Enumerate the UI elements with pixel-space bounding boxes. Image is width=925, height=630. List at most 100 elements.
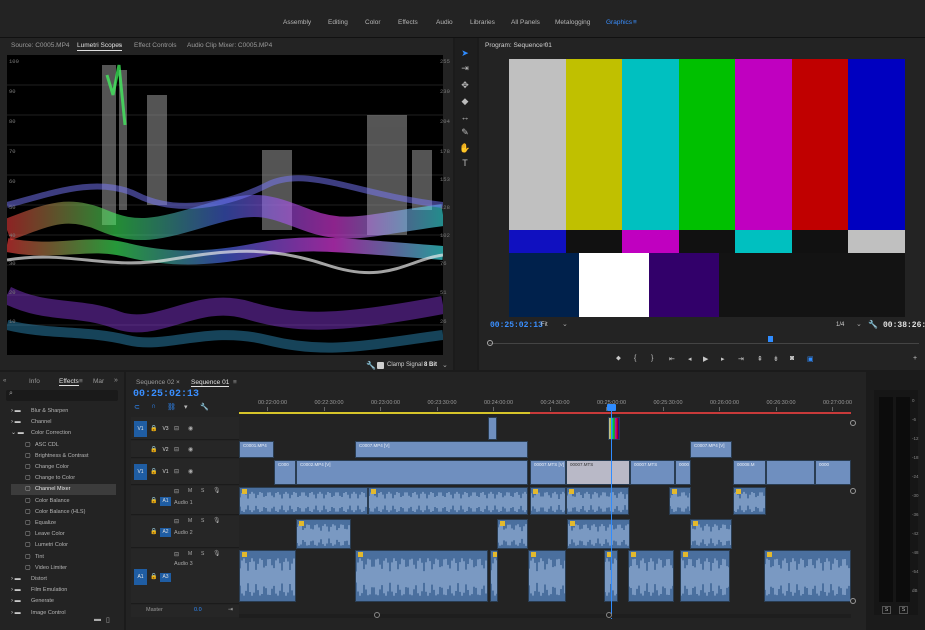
audio-clip[interactable]	[628, 550, 674, 602]
add-marker-icon[interactable]: ▾	[184, 403, 188, 411]
lock-icon[interactable]: 🔒	[150, 468, 157, 475]
audio-clip[interactable]	[296, 519, 351, 549]
mark-in-icon[interactable]: {	[634, 355, 636, 362]
tab-audio-clip-mixer[interactable]: Audio Clip Mixer: C0005.MP4	[187, 42, 272, 49]
audio-clip[interactable]	[239, 550, 296, 602]
pen-tool-icon[interactable]: ✎	[459, 126, 471, 138]
sync-lock-icon[interactable]: ⊟	[174, 468, 179, 475]
master-level[interactable]: 0.0	[194, 607, 202, 613]
tab-sequence-01[interactable]: Sequence 01	[191, 379, 230, 387]
lock-icon[interactable]: 🔒	[150, 497, 157, 504]
effect-folder[interactable]: › ▬ Distort	[11, 574, 116, 585]
eye-icon[interactable]: ◉	[188, 468, 193, 475]
lock-icon[interactable]: 🔒	[150, 573, 157, 580]
solo-button[interactable]: S	[201, 551, 204, 557]
lift-icon[interactable]: ⇞	[757, 355, 763, 363]
nest-icon[interactable]: ⊂	[134, 403, 140, 411]
selection-tool-icon[interactable]: ➤	[459, 47, 471, 59]
audio-clip[interactable]	[497, 519, 528, 549]
more-tabs-icon[interactable]: »	[114, 377, 118, 384]
workspace-editing[interactable]: Editing	[328, 19, 348, 26]
lock-icon[interactable]: 🔒	[150, 528, 157, 535]
go-to-out-icon[interactable]: ⇥	[738, 355, 744, 363]
workspace-effects[interactable]: Effects	[398, 19, 418, 26]
add-button-icon[interactable]: +	[913, 355, 917, 362]
source-target-toggle[interactable]: V1	[134, 420, 147, 437]
eye-icon[interactable]: ◉	[188, 446, 193, 453]
video-clip[interactable]: C0002.MP4 [V]	[296, 460, 528, 485]
audio-clip[interactable]	[680, 550, 730, 602]
audio-clip[interactable]	[669, 487, 691, 515]
effect-item[interactable]: ▢ Lumetri Color	[11, 540, 116, 551]
scroll-handle-left[interactable]	[374, 612, 380, 618]
audio-clip[interactable]	[528, 550, 566, 602]
track-id-v2[interactable]: V2	[160, 446, 171, 455]
scrub-start-handle[interactable]	[487, 340, 493, 346]
tab-effect-controls[interactable]: Effect Controls	[134, 42, 177, 49]
clamp-signal-checkbox[interactable]	[377, 362, 384, 369]
video-clip[interactable]	[488, 417, 497, 440]
playhead-handle[interactable]	[607, 404, 616, 411]
video-clip[interactable]: 00007.MTS [V]	[530, 460, 566, 485]
track-scroll-handle[interactable]	[850, 420, 856, 426]
program-menu-icon[interactable]: ≡	[543, 42, 547, 49]
video-clip[interactable]: C0001.MP4	[239, 441, 274, 458]
panel-expand-icon[interactable]: «	[3, 378, 6, 384]
microphone-icon[interactable]: 🎙	[213, 487, 221, 494]
wrench-icon[interactable]: 🔧	[200, 403, 209, 411]
workspace-menu-icon[interactable]: ≡	[633, 19, 637, 26]
effect-item[interactable]: ▢ Color Balance (HLS)	[11, 507, 116, 518]
hand-tool-icon[interactable]: ✋	[459, 142, 471, 154]
close-icon[interactable]: ×	[176, 379, 180, 386]
microphone-icon[interactable]: 🎙	[213, 550, 221, 557]
audio-clip[interactable]	[567, 519, 630, 549]
audio-clip[interactable]	[239, 487, 368, 515]
video-clip[interactable]: 0000	[815, 460, 851, 485]
video-clip[interactable]: 00007.MTS	[630, 460, 675, 485]
audio-clip[interactable]	[566, 487, 629, 515]
audio-clip[interactable]	[355, 550, 488, 602]
solo-button[interactable]: S	[201, 518, 204, 524]
play-icon[interactable]: ▶	[703, 355, 708, 363]
effect-folder[interactable]: › ▬ Channel	[11, 417, 116, 428]
snap-icon[interactable]: ∩	[151, 403, 156, 410]
track-id-v3[interactable]: V3	[160, 425, 171, 434]
workspace-libraries[interactable]: Libraries	[470, 19, 495, 26]
solo-left-button[interactable]: S	[882, 606, 891, 614]
program-scrub-bar[interactable]	[489, 343, 919, 344]
effect-item[interactable]: ▢ Video Limiter	[11, 563, 116, 574]
timeline-scrollbar[interactable]	[239, 614, 851, 618]
effects-search-input[interactable]	[6, 390, 118, 401]
effect-item[interactable]: ▢ Equalize	[11, 518, 116, 529]
workspace-color[interactable]: Color	[365, 19, 381, 26]
comparison-view-icon[interactable]: ▣	[807, 355, 814, 363]
sync-lock-icon[interactable]: ⊟	[174, 446, 179, 453]
fit-select[interactable]: Fit	[541, 322, 548, 328]
effect-item[interactable]: ▢ Change to Color	[11, 473, 116, 484]
effect-item[interactable]: ▢ Tint	[11, 552, 116, 563]
effects-menu-icon[interactable]: ≡	[79, 378, 83, 385]
go-to-in-icon[interactable]: ⇤	[669, 355, 675, 363]
sequence-menu-icon[interactable]: ≡	[233, 379, 237, 386]
sync-lock-icon[interactable]: ⊟	[174, 488, 179, 495]
sync-lock-icon[interactable]: ⊟	[174, 551, 179, 558]
solo-right-button[interactable]: S	[899, 606, 908, 614]
wrench-icon[interactable]: 🔧	[366, 361, 376, 370]
audio-clip[interactable]	[690, 519, 732, 549]
video-clip[interactable]: C0007.MP4 [V]	[690, 441, 732, 458]
lock-icon[interactable]: 🔒	[150, 425, 157, 432]
workspace-all-panels[interactable]: All Panels	[511, 19, 540, 26]
effect-folder[interactable]: › ▬ Generate	[11, 596, 116, 607]
workspace-graphics[interactable]: Graphics	[606, 19, 632, 26]
source-target-toggle[interactable]: A1	[134, 568, 147, 585]
sync-lock-icon[interactable]: ⊟	[174, 425, 179, 432]
audio-clip[interactable]	[368, 487, 528, 515]
workspace-assembly[interactable]: Assembly	[283, 19, 311, 26]
video-clip[interactable]: 0000	[675, 460, 691, 485]
step-back-icon[interactable]: ◂	[688, 355, 692, 363]
track-select-tool-icon[interactable]: ⇥	[459, 62, 471, 74]
track-id-a2[interactable]: A2	[160, 528, 171, 537]
audio-clip[interactable]	[764, 550, 851, 602]
effect-item[interactable]: ▢ Channel Mixer	[11, 484, 116, 496]
video-clip[interactable]: C0007.MP4 [V]	[355, 441, 528, 458]
